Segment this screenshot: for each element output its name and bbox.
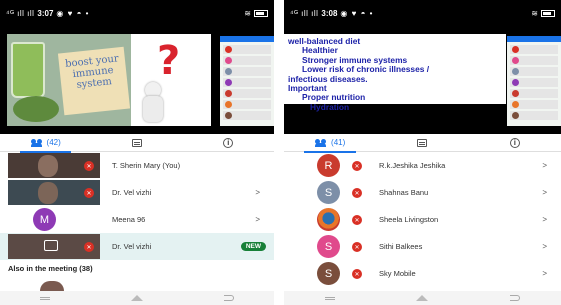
screenshot-divider [274,0,284,305]
mic-off-icon: ✕ [352,242,362,252]
back-icon[interactable] [223,295,234,301]
participant-row[interactable]: S ✕ Shahnas Banu > [284,179,561,206]
android-nav-bar [284,291,561,305]
meeting-tabs: (41) i [284,134,561,153]
people-count: (41) [331,138,346,147]
chat-icon [417,138,428,147]
left-phone-screen: ⁴ᴳ ıll ıll 3:07 ◉ ♥ ◓ • ≋ boost your imm… [0,0,274,305]
slide-line: Hydration [310,101,350,112]
status-time: 3:08 [321,8,338,18]
presentation-video[interactable]: boost your immune system ? [0,26,274,134]
shared-screen-participant-strip [507,36,561,126]
mic-off-icon: ✕ [352,161,362,171]
chat-icon [131,138,142,147]
participant-row[interactable]: ✕ Dr. Vel vizhi > [0,179,274,206]
signal-icon: ⁴ᴳ ıll ıll [290,8,319,18]
battery-icon [254,9,268,17]
wifi-icon: ≋ [244,8,251,18]
shared-screen-poster: boost your immune system ? [7,34,211,126]
avatar: R [317,154,340,177]
chevron-right-icon[interactable]: > [542,161,547,170]
participant-list: R ✕ R.k.Jeshika Jeshika > S ✕ Shahnas Ba… [284,152,561,287]
status-time: 3:07 [37,8,54,18]
people-icon [315,139,327,147]
notification-icons: ◉ ♥ ◓ • [340,8,374,18]
wifi-icon: ≋ [531,8,538,18]
participant-name: R.k.Jeshika Jeshika [379,161,446,170]
android-nav-bar [0,291,274,305]
participant-name: Sheela Livingston [379,215,439,224]
mic-off-icon: ✕ [352,269,362,279]
right-phone-screen: ⁴ᴳ ıll ıll 3:08 ◉ ♥ ◓ • ≋ well-balanced … [284,0,561,305]
participant-row[interactable]: R ✕ R.k.Jeshika Jeshika > [284,152,561,179]
participant-name: Dr. Vel vizhi [112,188,152,197]
avatar: S [317,262,340,285]
chevron-right-icon[interactable]: > [542,242,547,251]
chevron-right-icon[interactable]: > [255,188,260,197]
tab-info[interactable]: i [183,134,274,152]
avatar [40,281,64,291]
also-in-meeting-heading: Also in the meeting (38) [8,264,93,273]
shared-slide: well-balanced diet Healthier Stronger im… [284,34,506,112]
new-badge: NEW [240,242,266,251]
figure-body [143,96,163,122]
avatar [317,208,340,231]
back-icon[interactable] [510,295,521,301]
avatar: S [317,235,340,258]
mic-off-icon: ✕ [352,188,362,198]
avatar: M [33,208,56,231]
participant-name: Sithi Balkees [379,242,423,251]
participant-name: Dr. Vel vizhi [112,242,152,251]
participant-name: Shahnas Banu [379,188,429,197]
participant-name: Meena 96 [112,215,146,224]
participant-row[interactable]: ✕ T. Sherin Mary (You) [0,152,274,179]
chevron-right-icon[interactable]: > [542,188,547,197]
poster-note: boost your immune system [57,46,131,116]
info-icon: i [223,137,234,148]
meeting-tabs: (42) i [0,134,274,153]
chevron-right-icon[interactable]: > [255,215,260,224]
participant-row[interactable]: S ✕ Sky Mobile > [284,260,561,287]
plant-image [13,96,59,122]
recents-icon[interactable] [324,296,335,300]
avatar: S [317,181,340,204]
chevron-right-icon[interactable]: > [542,269,547,278]
participant-row[interactable]: M Meena 96 > [0,206,274,233]
notification-icons: ◉ ♥ ◓ • [56,8,90,18]
shared-screen-participant-strip [220,36,274,126]
status-bar: ⁴ᴳ ıll ıll 3:08 ◉ ♥ ◓ • ≋ [284,0,561,26]
info-icon: i [509,137,520,148]
chevron-right-icon[interactable]: > [542,215,547,224]
home-icon[interactable] [130,295,143,301]
mic-off-icon: ✕ [352,215,362,225]
question-figure: ? [131,34,211,126]
question-mark-icon: ? [157,38,181,84]
people-count: (42) [46,138,61,147]
mic-off-icon: ✕ [84,242,94,252]
tab-people[interactable]: (42) [0,134,91,153]
battery-icon [541,9,555,17]
presentation-video[interactable]: well-balanced diet Healthier Stronger im… [284,26,561,134]
tab-chat[interactable] [91,134,182,152]
participant-name: T. Sherin Mary (You) [112,161,181,170]
participant-list: ✕ T. Sherin Mary (You) ✕ Dr. Vel vizhi >… [0,152,274,260]
green-juice-image [11,42,45,98]
tab-info[interactable]: i [469,134,561,152]
home-icon[interactable] [416,295,429,301]
status-bar: ⁴ᴳ ıll ıll 3:07 ◉ ♥ ◓ • ≋ [0,0,274,26]
recents-icon[interactable] [40,296,51,300]
participant-name: Sky Mobile [379,269,416,278]
participant-row[interactable]: S ✕ Sithi Balkees > [284,233,561,260]
tab-people[interactable]: (41) [284,134,376,153]
tab-chat[interactable] [376,134,468,152]
present-screen-icon [44,240,58,251]
signal-icon: ⁴ᴳ ıll ıll [6,8,35,18]
mic-off-icon: ✕ [84,161,94,171]
people-icon [30,139,43,147]
mic-off-icon: ✕ [84,188,94,198]
participant-row[interactable]: ✕ Sheela Livingston > [284,206,561,233]
participant-row[interactable]: ✕ Dr. Vel vizhi NEW [0,233,274,260]
